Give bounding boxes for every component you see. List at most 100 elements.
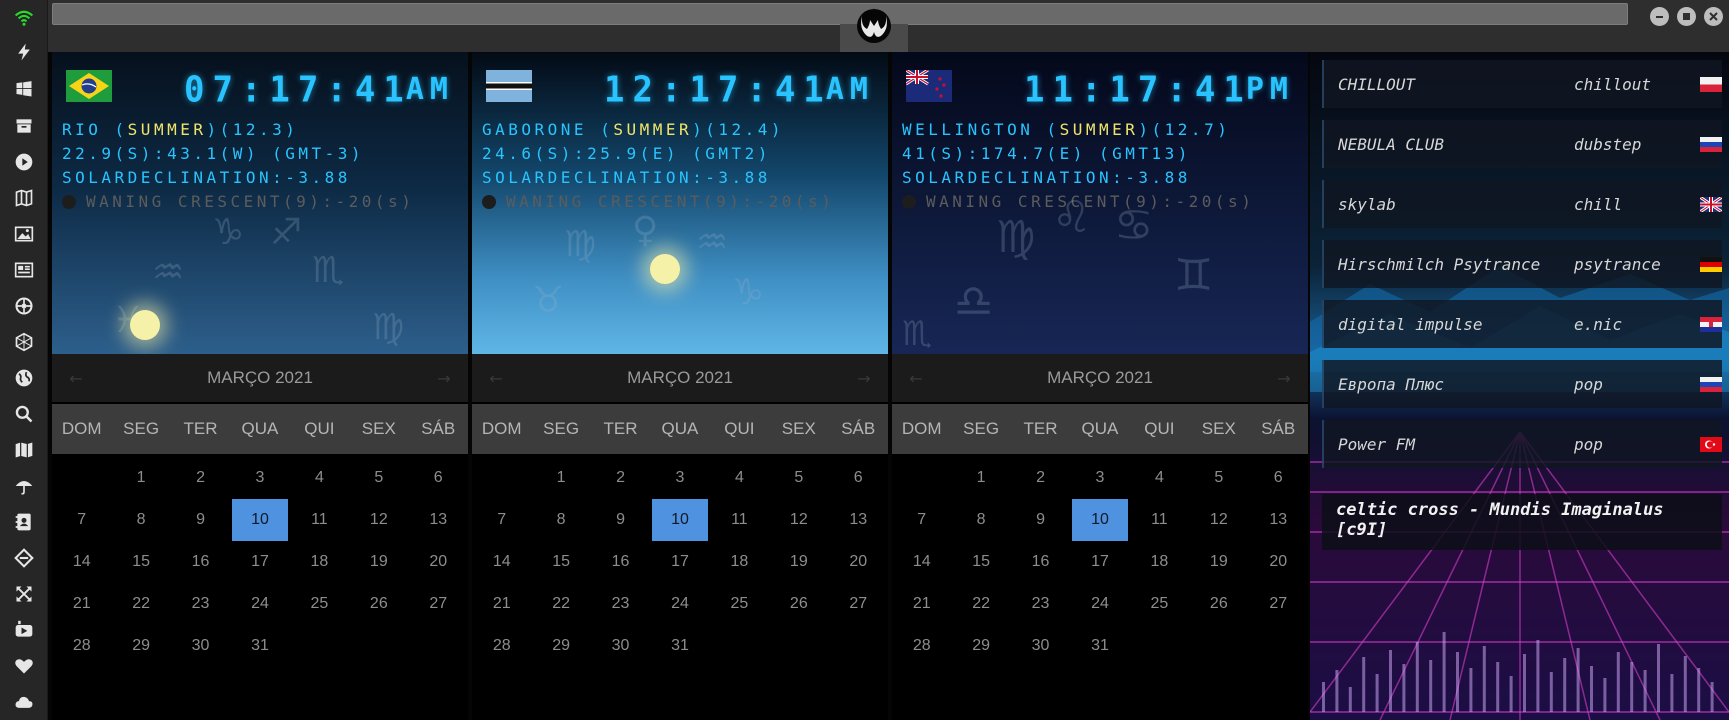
calendar-day-today[interactable]: 10 <box>1072 499 1128 541</box>
calendar-day[interactable]: 26 <box>1191 583 1246 625</box>
calendar-day[interactable]: 13 <box>831 499 886 541</box>
calendar-day[interactable]: 16 <box>593 541 648 583</box>
calendar-day[interactable]: 12 <box>1191 499 1246 541</box>
calendar-day[interactable]: 17 <box>652 541 707 583</box>
calendar-day[interactable]: 21 <box>54 583 109 625</box>
calendar-day[interactable]: 3 <box>232 457 287 499</box>
calendar-day[interactable]: 11 <box>1132 499 1187 541</box>
search-icon[interactable] <box>12 402 36 426</box>
station-item[interactable]: Европа Плюс pop <box>1322 360 1722 408</box>
calendar-day[interactable]: 31 <box>652 625 707 667</box>
calendar-day[interactable]: 6 <box>831 457 886 499</box>
calendar-day[interactable]: 18 <box>1132 541 1187 583</box>
umbrella-icon[interactable] <box>12 474 36 498</box>
map-book-icon[interactable] <box>12 186 36 210</box>
cloud-icon[interactable] <box>12 690 36 714</box>
calendar-day[interactable]: 11 <box>712 499 767 541</box>
calendar-day[interactable]: 3 <box>1072 457 1127 499</box>
calendar-day[interactable]: 17 <box>232 541 287 583</box>
calendar-day[interactable]: 19 <box>351 541 406 583</box>
archive-icon[interactable] <box>12 114 36 138</box>
calendar-day[interactable]: 14 <box>894 541 949 583</box>
station-item[interactable]: NEBULA CLUB dubstep <box>1322 120 1722 168</box>
calendar-day[interactable]: 29 <box>533 625 588 667</box>
minimize-button[interactable] <box>1650 7 1669 26</box>
calendar-day[interactable]: 23 <box>593 583 648 625</box>
calendar-day[interactable]: 2 <box>173 457 228 499</box>
calendar-day[interactable]: 20 <box>1251 541 1306 583</box>
tag-icon[interactable] <box>12 546 36 570</box>
rebel-alliance-emblem-icon[interactable] <box>852 2 896 46</box>
station-item[interactable]: CHILLOUT chillout <box>1322 60 1722 108</box>
calendar-day[interactable]: 19 <box>1191 541 1246 583</box>
calendar-day[interactable]: 30 <box>1013 625 1068 667</box>
maximize-button[interactable] <box>1677 7 1696 26</box>
calendar-day[interactable]: 24 <box>652 583 707 625</box>
calendar-day[interactable]: 21 <box>474 583 529 625</box>
bolt-icon[interactable] <box>12 40 36 64</box>
calendar-day[interactable]: 16 <box>173 541 228 583</box>
calendar-day[interactable]: 11 <box>292 499 347 541</box>
settings-wheel-icon[interactable] <box>12 294 36 318</box>
calendar-day[interactable]: 20 <box>411 541 466 583</box>
calendar-day[interactable]: 17 <box>1072 541 1127 583</box>
station-item[interactable]: digital impulse e.nic <box>1322 300 1722 348</box>
calendar-day[interactable]: 7 <box>474 499 529 541</box>
calendar-day[interactable]: 14 <box>54 541 109 583</box>
next-month-arrow-icon[interactable]: → <box>434 368 454 388</box>
calendar-day[interactable]: 16 <box>1013 541 1068 583</box>
calendar-day[interactable]: 27 <box>1251 583 1306 625</box>
calendar-day[interactable]: 18 <box>712 541 767 583</box>
calendar-day[interactable]: 7 <box>894 499 949 541</box>
next-month-arrow-icon[interactable]: → <box>1274 368 1294 388</box>
calendar-day[interactable]: 15 <box>113 541 168 583</box>
calendar-day[interactable]: 22 <box>113 583 168 625</box>
calendar-day[interactable]: 28 <box>54 625 109 667</box>
expand-icon[interactable] <box>12 582 36 606</box>
calendar-day[interactable]: 1 <box>953 457 1008 499</box>
calendar-day[interactable]: 13 <box>1251 499 1306 541</box>
calendar-day[interactable]: 25 <box>1132 583 1187 625</box>
calendar-day[interactable]: 8 <box>113 499 168 541</box>
calendar-day[interactable]: 25 <box>292 583 347 625</box>
calendar-day[interactable]: 30 <box>593 625 648 667</box>
next-month-arrow-icon[interactable]: → <box>854 368 874 388</box>
calendar-day[interactable]: 7 <box>54 499 109 541</box>
calendar-day[interactable]: 13 <box>411 499 466 541</box>
calendar-day[interactable]: 28 <box>474 625 529 667</box>
hexagon-icon[interactable] <box>12 330 36 354</box>
calendar-day[interactable]: 1 <box>113 457 168 499</box>
calendar-day[interactable]: 26 <box>771 583 826 625</box>
calendar-day[interactable]: 28 <box>894 625 949 667</box>
calendar-day[interactable]: 14 <box>474 541 529 583</box>
calendar-day[interactable]: 27 <box>411 583 466 625</box>
calendar-day[interactable]: 23 <box>1013 583 1068 625</box>
close-button[interactable] <box>1704 7 1723 26</box>
calendar-day[interactable]: 4 <box>1132 457 1187 499</box>
calendar-day[interactable]: 20 <box>831 541 886 583</box>
calendar-day[interactable]: 6 <box>1251 457 1306 499</box>
station-item[interactable]: Power FM pop <box>1322 420 1722 468</box>
globe-icon[interactable] <box>12 366 36 390</box>
calendar-day-today[interactable]: 10 <box>652 499 708 541</box>
contacts-icon[interactable] <box>12 510 36 534</box>
calendar-day[interactable]: 2 <box>593 457 648 499</box>
calendar-day[interactable]: 31 <box>232 625 287 667</box>
calendar-day[interactable]: 9 <box>173 499 228 541</box>
calendar-day[interactable]: 30 <box>173 625 228 667</box>
station-item[interactable]: skylab chill <box>1322 180 1722 228</box>
image-icon[interactable] <box>12 222 36 246</box>
calendar-day[interactable]: 5 <box>771 457 826 499</box>
calendar-day[interactable]: 4 <box>712 457 767 499</box>
youtube-icon[interactable] <box>12 618 36 642</box>
calendar-day[interactable]: 5 <box>1191 457 1246 499</box>
calendar-day[interactable]: 2 <box>1013 457 1068 499</box>
calendar-day-today[interactable]: 10 <box>232 499 288 541</box>
calendar-day[interactable]: 6 <box>411 457 466 499</box>
play-icon[interactable] <box>12 150 36 174</box>
station-item[interactable]: Hirschmilch Psytrance psytrance <box>1322 240 1722 288</box>
map-icon[interactable] <box>12 438 36 462</box>
calendar-day[interactable]: 29 <box>953 625 1008 667</box>
calendar-day[interactable]: 8 <box>533 499 588 541</box>
calendar-day[interactable]: 12 <box>771 499 826 541</box>
